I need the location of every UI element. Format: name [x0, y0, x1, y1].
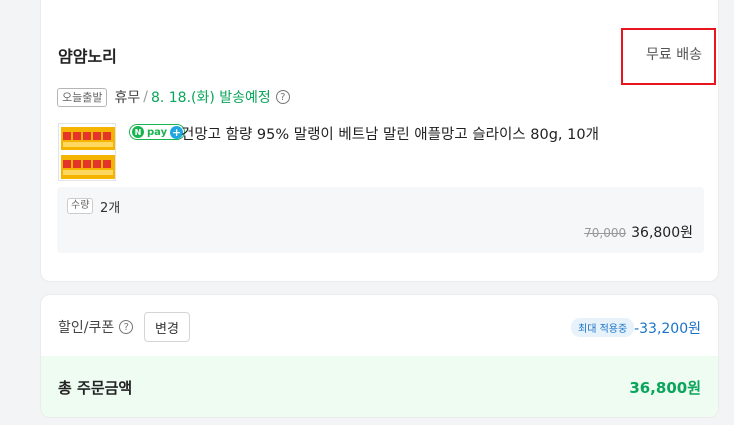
npay-n-icon: N [132, 126, 144, 138]
change-coupon-button[interactable]: 변경 [144, 312, 190, 342]
delivery-separator: / [143, 89, 148, 105]
product-name[interactable]: 건망고 함량 95% 말랭이 베트남 말린 애플망고 슬라이스 80g, 10개 [181, 123, 599, 144]
seller-name[interactable]: 얌얌노리 [58, 43, 117, 67]
npay-text: pay [147, 126, 168, 138]
total-label: 총 주문금액 [58, 379, 133, 397]
discount-amount: -33,200원 [634, 321, 701, 337]
ship-date: 8. 18.(화) 발송예정 [150, 90, 271, 106]
payment-summary-card: 할인/쿠폰 ? 변경 최대 적용중 -33,200원 총 주문금액 36,800… [40, 294, 719, 418]
quantity-tag: 수량 [67, 198, 94, 214]
quantity-price-box: 수량 2개 70,000 36,800원 [57, 187, 704, 253]
final-price: 36,800원 [631, 225, 693, 241]
product-thumbnail[interactable] [58, 123, 116, 181]
discount-label: 할인/쿠폰 [58, 320, 115, 336]
holiday-text: 휴무 [114, 90, 141, 106]
order-card: 얌얌노리 무료 배송 오늘출발 휴무 / 8. 18.(화) 발송예정 ? N … [40, 0, 719, 282]
discount-label-row: 할인/쿠폰 ? [58, 317, 134, 337]
price-row: 70,000 36,800원 [584, 222, 693, 242]
max-applied-badge: 최대 적용중 [571, 318, 635, 337]
npay-badge: N pay + [129, 124, 186, 140]
total-row: 총 주문금액 36,800원 [41, 356, 718, 417]
total-value: 36,800원 [629, 379, 701, 397]
help-icon[interactable]: ? [119, 320, 134, 334]
delivery-info: 오늘출발 휴무 / 8. 18.(화) 발송예정 ? [57, 87, 290, 107]
shipping-highlight-box [621, 28, 716, 85]
help-icon[interactable]: ? [275, 90, 290, 104]
quantity-value: 2개 [100, 201, 121, 216]
original-price: 70,000 [584, 226, 627, 240]
today-ship-badge: 오늘출발 [57, 87, 108, 107]
